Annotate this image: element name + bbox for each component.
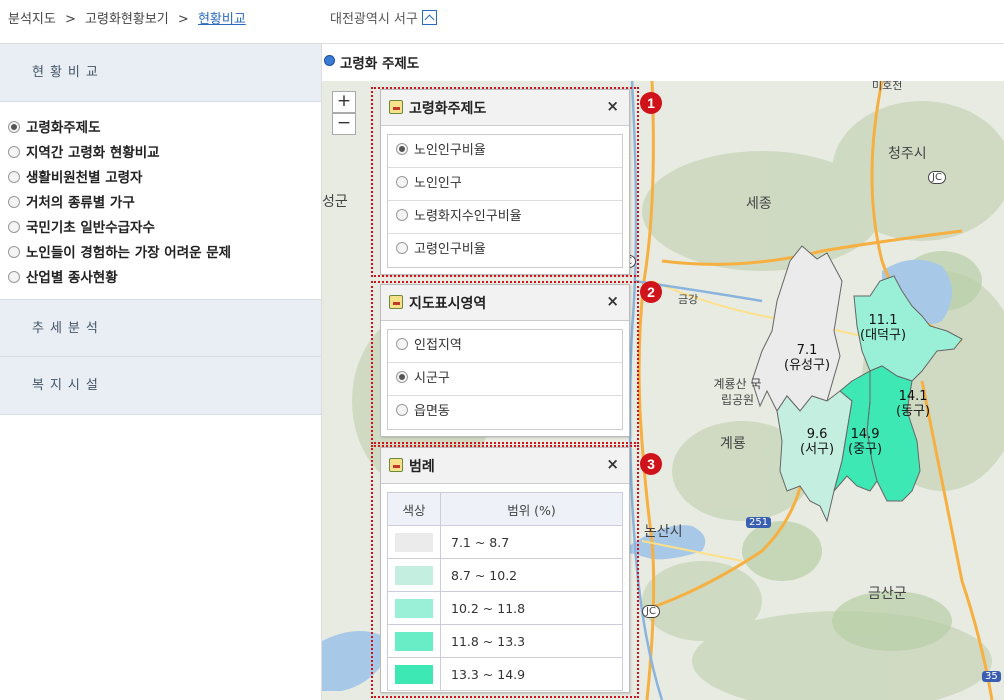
radio-icon[interactable]: [8, 271, 20, 283]
sidebar-item[interactable]: 지역간 고령화 현황비교: [8, 141, 321, 166]
highway-shield: 251: [746, 517, 772, 528]
district-value: 14.9: [850, 427, 880, 442]
district-value: 9.6: [806, 427, 828, 442]
map-label: 미호천: [872, 81, 903, 92]
highlight-box: [371, 281, 639, 444]
district-label-dong: 14.1 (동구): [896, 389, 930, 419]
district-label-yuseong: 7.1 (유성구): [784, 343, 830, 373]
breadcrumb-item[interactable]: 분석지도: [8, 12, 56, 27]
sidebar-item[interactable]: 고령화주제도: [8, 116, 321, 141]
sidebar-item[interactable]: 국민기초 일반수급자수: [8, 216, 321, 241]
zoom-out-button[interactable]: −: [332, 113, 356, 135]
district-label-jung: 14.9 (중구): [848, 427, 882, 457]
highlight-box: [371, 445, 639, 698]
radio-icon[interactable]: [8, 221, 20, 233]
map-title: 고령화 주제도: [322, 44, 1004, 81]
map-label: 계룡산 국립공원: [713, 377, 762, 407]
district-value: 7.1: [796, 343, 818, 358]
breadcrumb-current[interactable]: 현황비교: [198, 12, 246, 27]
step-badge: 1: [640, 92, 662, 114]
region-label: 대전광역시 서구: [330, 12, 418, 27]
district-value: 14.1: [898, 389, 928, 404]
junction-marker: JC: [642, 605, 660, 618]
district-name: (서구): [800, 442, 835, 457]
radio-icon[interactable]: [8, 146, 20, 158]
map-label: 세종: [746, 196, 772, 212]
step-badge: 2: [640, 281, 662, 303]
top-bar: 분석지도 > 고령화현황보기 > 현황비교 대전광역시 서구: [0, 0, 1004, 44]
district-name: (중구): [848, 442, 883, 457]
breadcrumb-separator: >: [64, 12, 76, 27]
sidebar-section-welfare[interactable]: 복지시설: [0, 357, 321, 415]
sidebar-item[interactable]: 거처의 종류별 가구: [8, 191, 321, 216]
map-label: 청주시: [888, 146, 927, 162]
sidebar-item-label: 국민기초 일반수급자수: [26, 220, 155, 236]
sidebar-item[interactable]: 노인들이 경험하는 가장 어려운 문제: [8, 241, 321, 266]
step-badge: 3: [640, 453, 662, 475]
map-label: 논산시: [644, 524, 683, 540]
highway-shield: 35: [982, 671, 1001, 682]
region-selector[interactable]: 대전광역시 서구: [330, 8, 437, 27]
district-label-daedeok: 11.1 (대덕구): [860, 313, 906, 343]
sidebar: 현황비교 고령화주제도 지역간 고령화 현황비교 생활비원천별 고령자 거처의 …: [0, 44, 322, 700]
breadcrumb: 분석지도 > 고령화현황보기 > 현황비교: [8, 8, 246, 27]
sidebar-item-label: 노인들이 경험하는 가장 어려운 문제: [26, 245, 232, 261]
radio-icon[interactable]: [8, 121, 20, 133]
district-name: (동구): [896, 404, 931, 419]
sidebar-section-status[interactable]: 현황비교: [0, 44, 321, 102]
district-name: (대덕구): [860, 328, 907, 343]
zoom-in-button[interactable]: +: [332, 91, 356, 113]
sidebar-item[interactable]: 생활비원천별 고령자: [8, 166, 321, 191]
breadcrumb-separator: >: [177, 12, 189, 27]
highlight-box: [371, 87, 639, 277]
district-label-seo: 9.6 (서구): [800, 427, 834, 457]
sidebar-item-label: 생활비원천별 고령자: [26, 170, 143, 186]
breadcrumb-item[interactable]: 고령화현황보기: [85, 12, 169, 27]
sidebar-section-trend[interactable]: 추세분석: [0, 299, 321, 357]
map-label: 성군: [322, 194, 348, 210]
radio-icon[interactable]: [8, 171, 20, 183]
sidebar-item-label: 산업별 종사현황: [26, 270, 118, 286]
sidebar-item-label: 고령화주제도: [26, 120, 101, 136]
chevron-up-icon[interactable]: [421, 10, 437, 25]
map-label: 금산군: [868, 586, 907, 602]
junction-marker: JC: [928, 171, 946, 184]
sidebar-item-label: 지역간 고령화 현황비교: [26, 145, 160, 161]
radio-icon[interactable]: [8, 246, 20, 258]
map-label: 금강: [678, 293, 699, 306]
district-name: (유성구): [784, 358, 831, 373]
sidebar-item[interactable]: 산업별 종사현황: [8, 266, 321, 291]
radio-icon[interactable]: [8, 196, 20, 208]
sidebar-item-label: 거처의 종류별 가구: [26, 195, 135, 211]
district-value: 11.1: [868, 313, 898, 328]
sidebar-submenu: 고령화주제도 지역간 고령화 현황비교 생활비원천별 고령자 거처의 종류별 가…: [0, 102, 321, 299]
map-label: 계룡: [720, 436, 746, 452]
